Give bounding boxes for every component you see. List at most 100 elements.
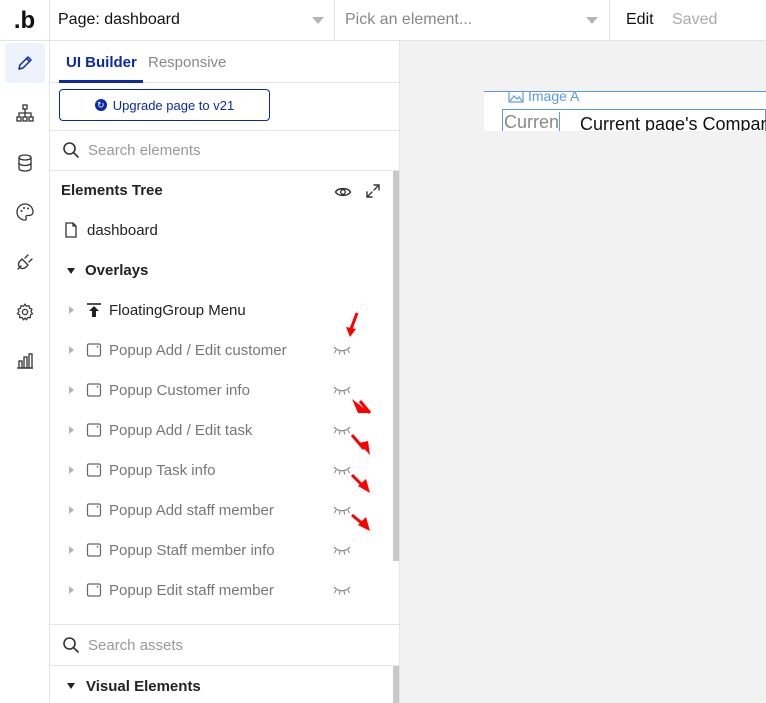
tree-row[interactable]: Popup Task info: [50, 451, 390, 491]
tree-row[interactable]: Popup Add / Edit customer: [50, 331, 390, 371]
assets-scrollbar[interactable]: [393, 666, 399, 703]
element-picker-placeholder: Pick an element...: [345, 11, 473, 28]
tree-row-label: Popup Edit staff member: [109, 582, 274, 599]
visual-elements-header: Visual Elements: [86, 678, 201, 695]
chevron-down-icon: [312, 17, 324, 24]
chevron-right-icon[interactable]: [69, 426, 74, 434]
page-preview[interactable]: Image A Current page's Company Current p…: [484, 91, 766, 131]
tree-row[interactable]: Popup Staff member info: [50, 531, 390, 571]
tree-row-label: Popup Task info: [109, 462, 216, 479]
tree-row[interactable]: Popup Add / Edit task: [50, 411, 390, 451]
element-picker[interactable]: Pick an element...: [335, 0, 610, 41]
tree-row-label: FloatingGroup Menu: [109, 302, 246, 319]
search-icon: [63, 637, 79, 653]
sitemap-icon: [16, 104, 34, 122]
image-element-label[interactable]: Image A: [508, 91, 580, 104]
tree-row[interactable]: dashboard: [50, 211, 390, 251]
chevron-right-icon[interactable]: [69, 306, 74, 314]
chevron-down-icon: [67, 683, 75, 689]
rail-design-tab[interactable]: [5, 43, 45, 83]
popup-icon: [86, 383, 102, 397]
chevron-right-icon[interactable]: [69, 506, 74, 514]
rail-workflow-tab[interactable]: [5, 93, 45, 133]
tree-row-label: Popup Customer info: [109, 382, 250, 399]
eye-closed-icon[interactable]: [332, 464, 352, 476]
divider: [50, 170, 400, 171]
tree-row-label: Popup Add / Edit customer: [109, 342, 287, 359]
popup-icon: [86, 583, 102, 597]
eye-closed-icon[interactable]: [332, 504, 352, 516]
tree-row[interactable]: Popup Customer info: [50, 371, 390, 411]
upgrade-page-button[interactable]: ↻ Upgrade page to v21: [59, 89, 270, 121]
palette-icon: [16, 203, 34, 221]
rail-data-tab[interactable]: [5, 143, 45, 183]
tree-row-label: Popup Add / Edit task: [109, 422, 253, 439]
top-bar: .b Page: dashboard Pick an element... Ed…: [0, 0, 766, 41]
search-elements-row: [50, 130, 400, 170]
bar-chart-icon: [17, 353, 33, 369]
image-icon: [508, 92, 524, 103]
expand-icon[interactable]: [364, 182, 382, 200]
eye-closed-icon[interactable]: [332, 584, 352, 596]
search-icon: [63, 142, 79, 158]
rail-logs-tab[interactable]: [5, 341, 45, 381]
save-status: Saved: [672, 11, 718, 28]
popup-icon: [86, 543, 102, 557]
edit-menu[interactable]: Edit: [626, 11, 654, 29]
popup-icon: [86, 423, 102, 437]
design-canvas[interactable]: Image A Current page's Company Current p…: [400, 41, 766, 703]
search-assets-row: [50, 625, 400, 665]
eye-closed-icon[interactable]: [332, 344, 352, 356]
chevron-right-icon[interactable]: [69, 466, 74, 474]
tree-row-label: Overlays: [85, 262, 149, 279]
pencil-icon: [18, 56, 32, 70]
tree-row[interactable]: Overlays: [50, 251, 390, 291]
database-icon: [18, 154, 32, 172]
tab-ui-builder[interactable]: UI Builder: [66, 54, 137, 71]
chevron-down-icon[interactable]: [67, 268, 75, 274]
page-selector-label: Page: dashboard: [58, 11, 180, 28]
popup-icon: [86, 503, 102, 517]
tree-row[interactable]: FloatingGroup Menu: [50, 291, 390, 331]
chevron-down-icon: [586, 17, 598, 24]
eye-closed-icon[interactable]: [332, 384, 352, 396]
popup-icon: [86, 463, 102, 477]
popup-icon: [86, 343, 102, 357]
upgrade-page-label: Upgrade page to v21: [112, 97, 235, 113]
tree-scrollbar[interactable]: [393, 171, 399, 561]
image-element-name: Image A: [528, 91, 580, 104]
elements-tree-title: Elements Tree: [61, 182, 163, 199]
element-panel: UI Builder Responsive ↻ Upgrade page to …: [50, 41, 400, 703]
current-page-text-small[interactable]: Current page's Company: [504, 112, 560, 131]
chevron-right-icon[interactable]: [69, 346, 74, 354]
chevron-right-icon[interactable]: [69, 546, 74, 554]
floating-group-icon: [87, 303, 101, 317]
left-icon-rail: [0, 41, 50, 703]
chevron-right-icon[interactable]: [69, 586, 74, 594]
panel-tabs: UI Builder Responsive: [50, 41, 400, 83]
page-icon: [65, 222, 77, 238]
search-elements-input[interactable]: [88, 137, 388, 163]
rail-settings-tab[interactable]: [5, 292, 45, 332]
tab-responsive[interactable]: Responsive: [148, 54, 226, 71]
current-page-text-large[interactable]: Current page's Compan: [580, 114, 766, 131]
gear-icon: [16, 303, 34, 321]
search-assets-input[interactable]: [88, 632, 388, 658]
eye-closed-icon[interactable]: [332, 424, 352, 436]
plug-icon: [17, 254, 33, 270]
bubble-logo[interactable]: .b: [14, 8, 35, 33]
tree-row[interactable]: Popup Add staff member: [50, 491, 390, 531]
active-tab-underline: [59, 80, 143, 83]
chevron-right-icon[interactable]: [69, 386, 74, 394]
rail-styles-tab[interactable]: [5, 192, 45, 232]
eye-icon[interactable]: [334, 183, 352, 201]
tree-row-label: dashboard: [87, 222, 158, 239]
logo-cell[interactable]: .b: [0, 0, 50, 41]
tree-row-label: Popup Staff member info: [109, 542, 275, 559]
rail-plugins-tab[interactable]: [5, 242, 45, 282]
tree-row-label: Popup Add staff member: [109, 502, 274, 519]
refresh-icon: ↻: [94, 99, 107, 111]
tree-row[interactable]: Popup Edit staff member: [50, 571, 390, 611]
page-selector[interactable]: Page: dashboard: [50, 0, 335, 41]
eye-closed-icon[interactable]: [332, 544, 352, 556]
